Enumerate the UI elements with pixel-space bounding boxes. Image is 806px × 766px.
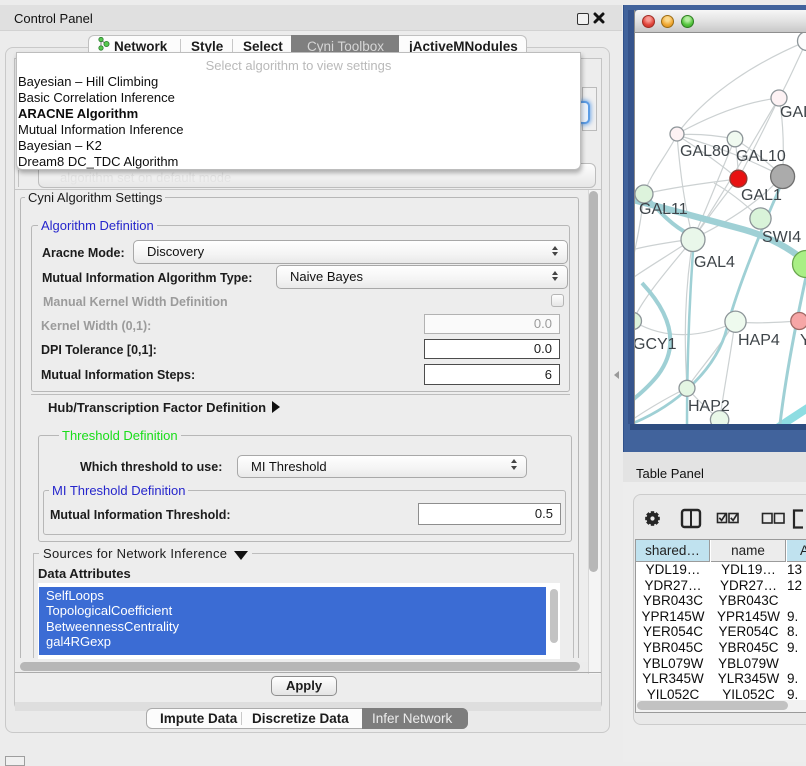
svg-text:GAL10: GAL10 — [736, 148, 786, 165]
svg-text:GAL1: GAL1 — [741, 187, 782, 204]
svg-text:GAL11: GAL11 — [639, 201, 688, 218]
svg-text:GAL7: GAL7 — [780, 104, 806, 121]
svg-text:SWI4: SWI4 — [762, 229, 801, 246]
svg-text:GCY1: GCY1 — [635, 336, 677, 353]
svg-text:HAP4: HAP4 — [738, 332, 780, 349]
svg-text:YJR048W: YJR048W — [800, 332, 806, 349]
svg-text:HAP2: HAP2 — [688, 398, 730, 415]
svg-text:GAL4: GAL4 — [694, 254, 735, 271]
svg-text:GAL80: GAL80 — [680, 143, 730, 160]
